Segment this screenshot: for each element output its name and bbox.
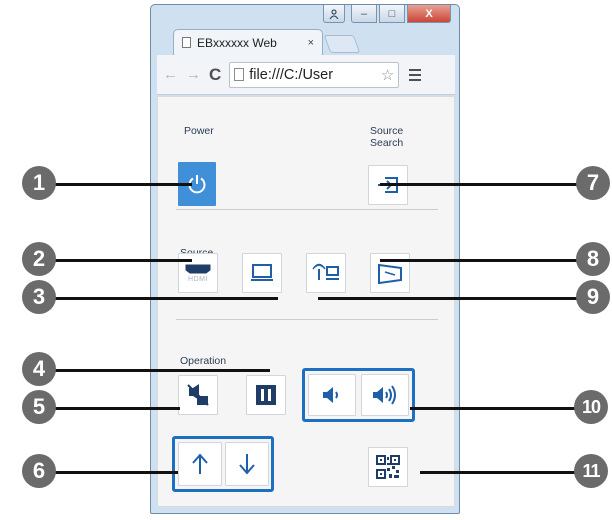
callout-line-4 bbox=[40, 369, 270, 372]
menu-icon[interactable] bbox=[409, 68, 422, 81]
callout-line-3 bbox=[40, 297, 278, 300]
freeze-button[interactable] bbox=[246, 375, 286, 415]
callout-line-5 bbox=[40, 407, 180, 410]
tab-title: EBxxxxxx Web bbox=[197, 35, 277, 50]
power-label: Power bbox=[184, 125, 214, 137]
web-remote-panel: Power Source Search HDMI Operation bbox=[157, 96, 455, 507]
window-controls: – □ X bbox=[323, 5, 451, 23]
page-up-button[interactable] bbox=[178, 442, 222, 486]
callout-5: 5 bbox=[22, 390, 56, 424]
callout-line-11 bbox=[420, 471, 594, 474]
computer-source-button[interactable] bbox=[242, 253, 282, 293]
freeze-icon bbox=[255, 384, 277, 406]
source-search-label-line1: Source bbox=[370, 125, 404, 137]
page-down-icon bbox=[238, 453, 256, 475]
callout-3: 3 bbox=[22, 280, 56, 314]
file-icon bbox=[234, 68, 245, 81]
callout-7: 7 bbox=[576, 166, 610, 200]
callout-11: 11 bbox=[574, 454, 608, 488]
screen-mirroring-icon bbox=[377, 262, 403, 284]
lan-source-button[interactable] bbox=[306, 253, 346, 293]
callout-line-10 bbox=[410, 407, 594, 410]
callout-line-8 bbox=[380, 259, 594, 262]
volume-down-icon bbox=[321, 385, 343, 405]
star-icon[interactable]: ☆ bbox=[381, 66, 394, 84]
page-down-button[interactable] bbox=[225, 442, 269, 486]
a-v-mute-icon bbox=[186, 383, 210, 407]
back-icon[interactable]: ← bbox=[163, 66, 178, 83]
minimize-button[interactable]: – bbox=[351, 5, 377, 23]
address-text: file:///C:/User bbox=[249, 66, 334, 83]
divider bbox=[176, 319, 438, 320]
maximize-button[interactable]: □ bbox=[379, 5, 405, 23]
qr-code-icon bbox=[376, 455, 400, 479]
user-icon[interactable] bbox=[323, 5, 345, 23]
callout-line-7 bbox=[380, 183, 594, 186]
reload-icon[interactable]: C bbox=[209, 65, 221, 85]
callout-line-1 bbox=[40, 183, 192, 186]
volume-up-icon bbox=[371, 384, 399, 406]
source-search-label-line2: Search bbox=[370, 137, 404, 149]
callout-1: 1 bbox=[22, 166, 56, 200]
computer-icon bbox=[250, 263, 274, 283]
source-search-label: Source Search bbox=[370, 125, 403, 149]
address-bar[interactable]: file:///C:/User ☆ bbox=[229, 61, 400, 88]
volume-up-button[interactable] bbox=[361, 374, 409, 416]
divider bbox=[176, 209, 438, 210]
callout-line-2 bbox=[40, 259, 192, 262]
browser-toolbar: ← → C file:///C:/User ☆ bbox=[157, 55, 455, 95]
callout-line-9 bbox=[318, 297, 594, 300]
page-icon bbox=[182, 37, 191, 48]
callout-10: 10 bbox=[574, 390, 608, 424]
callout-6: 6 bbox=[22, 454, 56, 488]
callout-9: 9 bbox=[576, 280, 610, 314]
browser-tab[interactable]: EBxxxxxx Web × bbox=[173, 29, 323, 55]
hdmi-text: HDMI bbox=[188, 275, 208, 283]
qr-code-button[interactable] bbox=[368, 447, 408, 487]
forward-icon[interactable]: → bbox=[186, 66, 201, 83]
new-tab-button[interactable] bbox=[323, 35, 361, 53]
a-v-mute-button[interactable] bbox=[178, 375, 218, 415]
lan-icon bbox=[312, 263, 340, 283]
page-up-icon bbox=[191, 453, 209, 475]
close-window-button[interactable]: X bbox=[407, 5, 451, 23]
operation-label: Operation bbox=[180, 355, 227, 367]
callout-8: 8 bbox=[576, 242, 610, 276]
volume-down-button[interactable] bbox=[308, 374, 356, 416]
canvas: – □ X EBxxxxxx Web × ← → C file:///C:/Us… bbox=[0, 0, 612, 520]
callout-line-6 bbox=[40, 471, 178, 474]
tab-close-button[interactable]: × bbox=[308, 37, 314, 49]
callout-2: 2 bbox=[22, 242, 56, 276]
callout-4: 4 bbox=[22, 352, 56, 386]
hdmi-icon bbox=[185, 264, 211, 274]
